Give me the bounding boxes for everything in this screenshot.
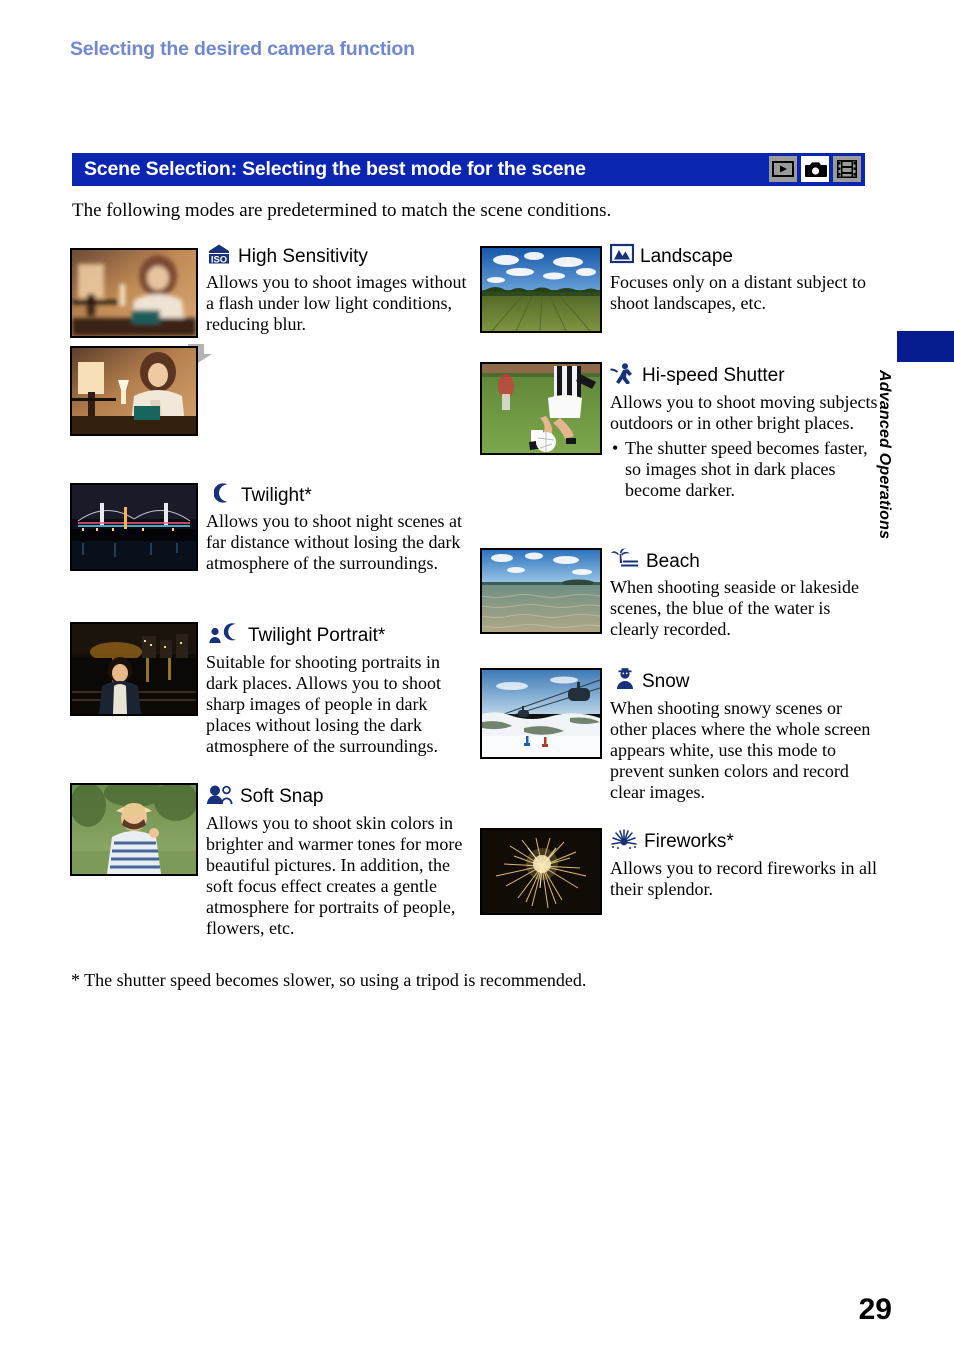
movie-mode-icon[interactable]: [833, 156, 861, 182]
footnote: * The shutter speed becomes slower, so u…: [71, 970, 587, 990]
running-person-icon: [610, 362, 636, 390]
thumbnail-group-hispeed-shutter: [480, 362, 602, 455]
thumbnail-group-landscape: [480, 246, 602, 333]
entry-desc-hispeed-shutter: Allows you to shoot moving subjects outd…: [610, 392, 880, 501]
thumbnail-group-beach: [480, 548, 602, 634]
entry-title-high-sensitivity: High Sensitivity: [238, 245, 368, 267]
thumbnail-fireworks: [480, 828, 602, 915]
entry-body-landscape: Landscape Focuses only on a distant subj…: [609, 243, 880, 314]
entry-body-twilight: Twilight* Allows you to shoot night scen…: [206, 483, 470, 574]
entry-head-soft-snap: Soft Snap: [206, 783, 470, 811]
entry-body-high-sensitivity: ISO High Sensitivity Allows you to shoot…: [206, 243, 470, 335]
scene-entry-twilight-portrait: Twilight Portrait* Suitable for shooting…: [70, 622, 470, 783]
two-people-icon: [206, 783, 234, 811]
entry-desc-twilight: Allows you to shoot night scenes at far …: [206, 511, 462, 574]
entry-head-twilight: Twilight*: [206, 483, 470, 509]
entry-title-beach: Beach: [646, 550, 700, 572]
entry-head-snow: Snow: [610, 668, 880, 696]
fireworks-icon: [610, 828, 638, 856]
page-number: 29: [858, 1293, 892, 1326]
entry-desc-fireworks: Allows you to record fireworks in all th…: [610, 858, 877, 900]
entry-bullets-hispeed-shutter: The shutter speed becomes faster, so ima…: [610, 438, 880, 501]
entry-desc-twilight-portrait: Suitable for shooting portraits in dark …: [206, 652, 441, 757]
entry-title-twilight-portrait: Twilight Portrait*: [248, 625, 386, 646]
iso-icon: ISO: [206, 243, 232, 270]
entry-desc-landscape: Focuses only on a distant subject to sho…: [610, 272, 866, 314]
snowman-icon: [610, 668, 636, 696]
thumbnail-soft-snap: [70, 783, 198, 876]
intro-text: The following modes are predetermined to…: [72, 200, 612, 221]
entry-body-twilight-portrait: Twilight Portrait* Suitable for shooting…: [206, 622, 470, 757]
entry-body-fireworks: Fireworks* Allows you to record firework…: [610, 828, 880, 900]
entry-head-beach: Beach: [610, 548, 880, 575]
scene-entry-snow: Snow When shooting snowy scenes or other…: [480, 668, 880, 828]
entry-body-soft-snap: Soft Snap Allows you to shoot skin color…: [206, 783, 470, 939]
entry-desc-soft-snap: Allows you to shoot skin colors in brigh…: [206, 813, 463, 939]
section-title: Scene Selection: Selecting the best mode…: [84, 158, 586, 180]
entry-title-soft-snap: Soft Snap: [240, 786, 324, 807]
thumbnail-high-sensitivity-before: [70, 248, 198, 338]
entry-title-fireworks: Fireworks*: [644, 831, 734, 852]
scene-entry-soft-snap: Soft Snap Allows you to shoot skin color…: [70, 783, 470, 943]
scene-entry-landscape: Landscape Focuses only on a distant subj…: [480, 243, 880, 362]
right-column: Landscape Focuses only on a distant subj…: [480, 243, 880, 928]
playback-mode-icon[interactable]: [769, 156, 797, 182]
thumbnail-twilight: [70, 483, 198, 571]
scene-entry-fireworks: Fireworks* Allows you to record firework…: [480, 828, 880, 928]
entry-body-snow: Snow When shooting snowy scenes or other…: [610, 668, 880, 803]
entry-body-beach: Beach When shooting seaside or lakeside …: [610, 548, 880, 640]
section-title-bar: Scene Selection: Selecting the best mode…: [72, 153, 865, 186]
entry-title-snow: Snow: [642, 671, 690, 692]
thumbnail-group-twilight-portrait: [70, 622, 198, 716]
running-header: Selecting the desired camera function: [70, 38, 415, 60]
thumbnail-group-twilight: [70, 483, 198, 571]
thumbnail-landscape: [480, 246, 602, 333]
thumbnail-group-fireworks: [480, 828, 602, 915]
thumbnail-group-snow: [480, 668, 602, 759]
entry-body-hispeed-shutter: Hi-speed Shutter Allows you to shoot mov…: [610, 362, 880, 501]
thumbnail-twilight-portrait: [70, 622, 198, 716]
moon-icon: [206, 483, 235, 509]
entry-head-hispeed-shutter: Hi-speed Shutter: [610, 362, 880, 390]
thumbnail-hispeed-shutter: [480, 362, 602, 455]
mode-icon-group: [769, 156, 861, 182]
entry-title-landscape: Landscape: [640, 245, 733, 267]
scene-entry-hispeed-shutter: Hi-speed Shutter Allows you to shoot mov…: [480, 362, 880, 548]
thumbnail-high-sensitivity-after: [70, 346, 198, 436]
still-camera-mode-icon[interactable]: [801, 156, 829, 182]
svg-text:ISO: ISO: [211, 254, 227, 264]
entry-head-high-sensitivity: ISO High Sensitivity: [206, 243, 470, 270]
thumbnail-group-soft-snap: [70, 783, 198, 876]
entry-desc-beach: When shooting seaside or lakeside scenes…: [610, 577, 859, 640]
entry-desc-high-sensitivity: Allows you to shoot images without a fla…: [206, 272, 467, 335]
scene-entry-twilight: Twilight* Allows you to shoot night scen…: [70, 483, 470, 622]
side-tab-block: [897, 331, 954, 362]
entry-desc-snow: When shooting snowy scenes or other plac…: [610, 698, 871, 803]
entry-head-fireworks: Fireworks*: [610, 828, 880, 856]
side-tab-label: Advanced Operations: [876, 370, 893, 540]
scene-entry-high-sensitivity: ISO High Sensitivity Allows you to shoot…: [70, 243, 470, 483]
entry-head-twilight-portrait: Twilight Portrait*: [206, 622, 470, 650]
entry-bullet-item: The shutter speed becomes faster, so ima…: [610, 438, 880, 501]
mountain-icon: [609, 243, 635, 270]
scene-entry-beach: Beach When shooting seaside or lakeside …: [480, 548, 880, 668]
entry-title-twilight: Twilight*: [241, 485, 312, 506]
person-moon-icon: [206, 622, 242, 650]
entry-head-landscape: Landscape: [609, 243, 880, 270]
thumbnail-beach: [480, 548, 602, 634]
palm-tree-icon: [610, 548, 640, 575]
thumbnail-group-high-sensitivity: [70, 248, 212, 436]
entry-title-hispeed-shutter: Hi-speed Shutter: [642, 365, 785, 386]
left-column: ISO High Sensitivity Allows you to shoot…: [70, 243, 470, 943]
thumbnail-snow: [480, 668, 602, 759]
entry-desc-text-hispeed-shutter: Allows you to shoot moving subjects outd…: [610, 392, 878, 434]
